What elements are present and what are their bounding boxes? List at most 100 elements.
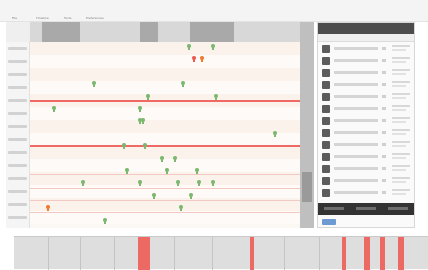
event-marker[interactable] <box>179 205 183 211</box>
event-marker[interactable] <box>187 44 191 50</box>
event-marker[interactable] <box>211 180 215 186</box>
list-item-val <box>382 155 386 158</box>
time-ruler[interactable] <box>30 22 304 42</box>
event-marker[interactable] <box>92 81 96 87</box>
list-item-meta2 <box>392 121 406 123</box>
list-item-name <box>334 179 378 182</box>
list-item-meta2 <box>392 181 406 183</box>
list-item-meta2 <box>392 157 406 159</box>
bottom-timeline-strip[interactable] <box>14 236 428 270</box>
list-item-thumb <box>322 117 330 125</box>
list-item-meta <box>392 177 410 179</box>
marker-stem <box>142 121 144 124</box>
event-marker[interactable] <box>165 168 169 174</box>
event-marker[interactable] <box>160 156 164 162</box>
marker-stem <box>193 59 195 62</box>
row-label <box>8 151 27 154</box>
list-item-name <box>334 191 378 194</box>
list-item[interactable] <box>322 56 412 67</box>
list-item[interactable] <box>322 92 412 103</box>
menu-item-timeline[interactable]: Timeline <box>36 16 49 21</box>
timeline-canvas[interactable] <box>30 42 304 228</box>
strip-highlight-1 <box>138 237 150 270</box>
list-item-meta <box>392 93 410 95</box>
list-item-thumb <box>322 69 330 77</box>
event-marker[interactable] <box>214 94 218 100</box>
row-label <box>8 125 27 128</box>
event-marker[interactable] <box>125 168 129 174</box>
list-item-name <box>334 47 378 50</box>
list-item-val <box>382 167 386 170</box>
side-panel-action-button[interactable] <box>322 219 336 225</box>
marker-stem <box>201 59 203 62</box>
list-item[interactable] <box>322 164 412 175</box>
menu-item-tools[interactable]: Tools <box>64 16 71 21</box>
list-item-meta <box>392 189 410 191</box>
event-marker[interactable] <box>122 143 126 149</box>
list-item[interactable] <box>322 152 412 163</box>
timeline-lane <box>30 146 304 159</box>
list-item[interactable] <box>322 68 412 79</box>
list-item-name <box>334 131 378 134</box>
marker-stem <box>153 196 155 199</box>
list-item-val <box>382 143 386 146</box>
event-marker[interactable] <box>138 106 142 112</box>
list-item[interactable] <box>322 176 412 187</box>
event-marker[interactable] <box>143 143 147 149</box>
list-item[interactable] <box>322 116 412 127</box>
list-item-name <box>334 107 378 110</box>
event-marker[interactable] <box>189 193 193 199</box>
event-marker[interactable] <box>141 118 145 124</box>
marker-stem <box>212 47 214 50</box>
timeline-lane <box>30 107 304 120</box>
event-marker[interactable] <box>211 44 215 50</box>
list-item-thumb <box>322 165 330 173</box>
event-marker[interactable] <box>173 156 177 162</box>
row-label <box>8 216 27 219</box>
row-label <box>8 177 27 180</box>
list-item-meta2 <box>392 145 406 147</box>
event-marker[interactable] <box>52 106 56 112</box>
event-marker[interactable] <box>81 180 85 186</box>
list-item-meta2 <box>392 109 406 111</box>
event-marker[interactable] <box>146 94 150 100</box>
list-item[interactable] <box>322 44 412 55</box>
row-label <box>8 99 27 102</box>
list-item[interactable] <box>322 80 412 91</box>
event-marker[interactable] <box>103 218 107 224</box>
marker-stem <box>147 97 149 100</box>
event-marker[interactable] <box>273 131 277 137</box>
event-marker[interactable] <box>192 56 196 62</box>
event-marker[interactable] <box>138 180 142 186</box>
list-item-meta <box>392 105 410 107</box>
marker-stem <box>182 84 184 87</box>
row-label <box>8 138 27 141</box>
list-item-thumb <box>322 93 330 101</box>
list-item[interactable] <box>322 128 412 139</box>
event-marker[interactable] <box>46 205 50 211</box>
list-item[interactable] <box>322 104 412 115</box>
event-marker[interactable] <box>197 180 201 186</box>
menu-item-preferences[interactable]: Preferences <box>86 16 104 21</box>
list-item-val <box>382 59 386 62</box>
ruler-range-2 <box>140 22 158 42</box>
menu-item-file[interactable]: File <box>12 16 17 21</box>
event-marker[interactable] <box>195 168 199 174</box>
timeline-panel <box>6 22 310 228</box>
overview-strip[interactable] <box>300 22 314 228</box>
marker-stem <box>215 97 217 100</box>
list-item-meta2 <box>392 73 406 75</box>
list-item[interactable] <box>322 188 412 199</box>
list-item-meta <box>392 69 410 71</box>
event-marker[interactable] <box>176 180 180 186</box>
timeline-lane <box>30 81 304 94</box>
list-item[interactable] <box>322 140 412 151</box>
ruler-range-1 <box>42 22 80 42</box>
event-marker[interactable] <box>152 193 156 199</box>
list-item-meta <box>392 165 410 167</box>
list-item-meta2 <box>392 193 406 195</box>
event-marker[interactable] <box>181 81 185 87</box>
marker-stem <box>196 171 198 174</box>
event-marker[interactable] <box>200 56 204 62</box>
marker-stem <box>177 183 179 186</box>
